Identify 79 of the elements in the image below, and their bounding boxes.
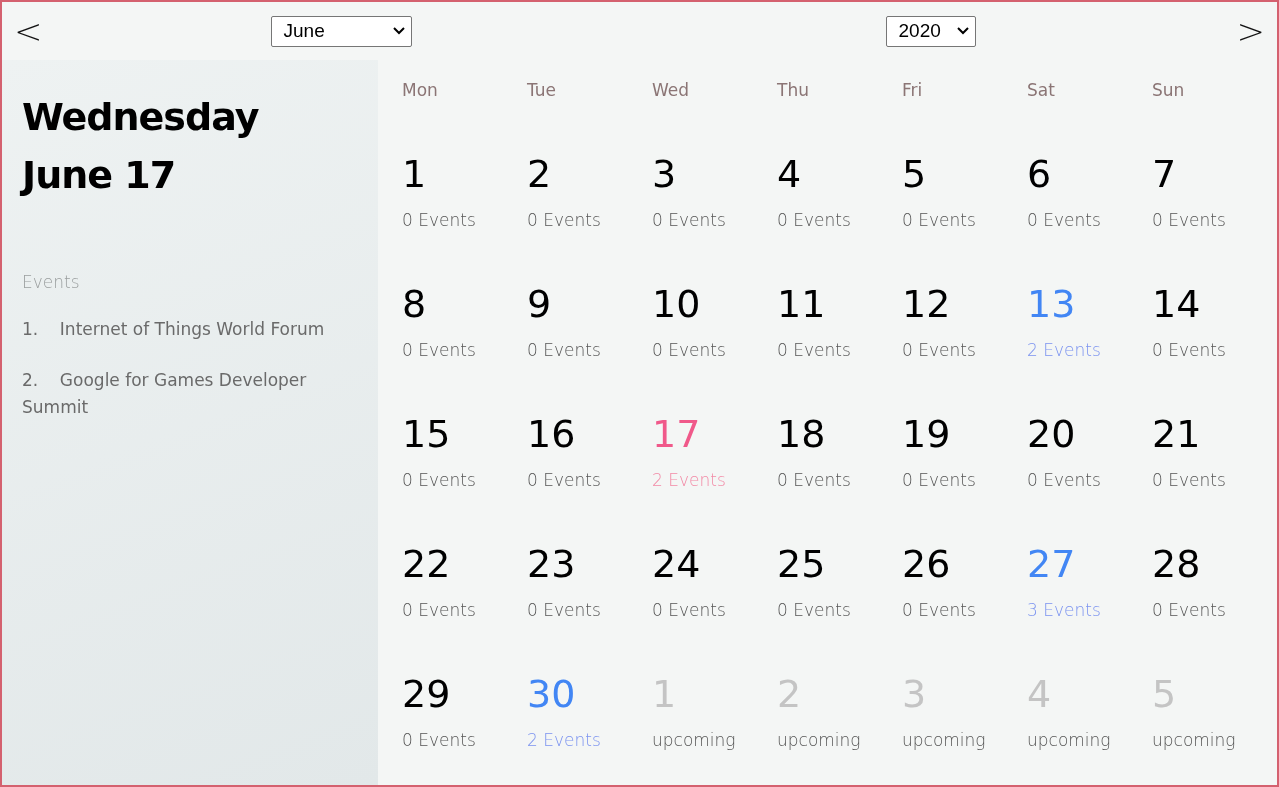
next-month-button[interactable]: > <box>1232 14 1269 48</box>
event-count: upcoming <box>1027 730 1112 750</box>
event-count: 0 Events <box>402 600 477 620</box>
day-number[interactable]: 26 <box>902 540 1027 588</box>
day-number[interactable]: 6 <box>1027 150 1152 198</box>
events-heading: Events <box>22 272 81 292</box>
day-number[interactable]: 3 <box>652 150 777 198</box>
event-count: 0 Events <box>652 600 727 620</box>
day-number[interactable]: 16 <box>527 410 652 458</box>
day-number[interactable]: 9 <box>527 280 652 328</box>
event-count: 0 Events <box>777 470 852 490</box>
event-count: upcoming <box>652 730 737 750</box>
weekday-header: Tue <box>527 80 558 100</box>
day-number[interactable]: 20 <box>1027 410 1152 458</box>
event-count: 0 Events <box>402 210 477 230</box>
event-count: 2 Events <box>652 470 727 490</box>
event-count: 0 Events <box>1152 210 1227 230</box>
event-count: 0 Events <box>527 210 602 230</box>
day-number[interactable]: 12 <box>902 280 1027 328</box>
event-count: 0 Events <box>777 340 852 360</box>
event-count: 3 Events <box>1027 600 1102 620</box>
day-number[interactable]: 2 <box>527 150 652 198</box>
event-item[interactable]: 2. Google for Games Developer Summit <box>22 367 358 421</box>
event-count: 0 Events <box>777 600 852 620</box>
day-number[interactable]: 19 <box>902 410 1027 458</box>
weekday-header: Wed <box>652 80 691 100</box>
selected-weekday: Wednesday <box>22 94 260 141</box>
event-count: 0 Events <box>402 340 477 360</box>
day-number[interactable]: 5 <box>902 150 1027 198</box>
event-count: 0 Events <box>902 340 977 360</box>
event-count: 0 Events <box>527 340 602 360</box>
event-item[interactable]: 1. Internet of Things World Forum <box>22 316 358 343</box>
event-count: 0 Events <box>902 470 977 490</box>
weekday-header: Fri <box>902 80 924 100</box>
weekday-header: Sun <box>1152 80 1186 100</box>
day-number[interactable]: 28 <box>1152 540 1277 588</box>
event-count: 0 Events <box>1027 470 1102 490</box>
event-count: 0 Events <box>902 600 977 620</box>
event-count: 0 Events <box>1152 600 1227 620</box>
event-count: 0 Events <box>902 210 977 230</box>
weekday-header: Sat <box>1027 80 1056 100</box>
day-number[interactable]: 24 <box>652 540 777 588</box>
day-number[interactable]: 29 <box>402 670 527 718</box>
event-count: 0 Events <box>652 340 727 360</box>
event-count: upcoming <box>777 730 862 750</box>
event-count: 2 Events <box>527 730 602 750</box>
event-count: 0 Events <box>402 730 477 750</box>
day-number[interactable]: 14 <box>1152 280 1277 328</box>
weekday-header: Mon <box>402 80 439 100</box>
event-count: 0 Events <box>527 470 602 490</box>
event-count: 0 Events <box>777 210 852 230</box>
day-number[interactable]: 1 <box>402 150 527 198</box>
event-count: 0 Events <box>652 210 727 230</box>
day-number[interactable]: 25 <box>777 540 902 588</box>
selected-date: June 17 <box>22 152 177 199</box>
chevron-down-icon <box>956 27 969 35</box>
year-select[interactable]: 2020 <box>885 15 976 47</box>
event-count: upcoming <box>1152 730 1237 750</box>
day-number[interactable]: 8 <box>402 280 527 328</box>
month-select[interactable]: June <box>270 15 412 47</box>
day-number[interactable]: 15 <box>402 410 527 458</box>
day-number[interactable]: 11 <box>777 280 902 328</box>
event-count: 0 Events <box>527 600 602 620</box>
chevron-down-icon <box>392 27 405 35</box>
day-number[interactable]: 22 <box>402 540 527 588</box>
event-count: 0 Events <box>402 470 477 490</box>
day-number[interactable]: 18 <box>777 410 902 458</box>
day-number[interactable]: 23 <box>527 540 652 588</box>
event-count: 0 Events <box>1027 210 1102 230</box>
event-count: 2 Events <box>1027 340 1102 360</box>
day-number[interactable]: 7 <box>1152 150 1277 198</box>
event-count: 0 Events <box>1152 340 1227 360</box>
event-count: upcoming <box>902 730 987 750</box>
day-number[interactable]: 10 <box>652 280 777 328</box>
previous-month-button[interactable]: < <box>10 14 47 48</box>
weekday-header: Thu <box>777 80 810 100</box>
day-number[interactable]: 4 <box>777 150 902 198</box>
day-number[interactable]: 21 <box>1152 410 1277 458</box>
event-count: 0 Events <box>1152 470 1227 490</box>
